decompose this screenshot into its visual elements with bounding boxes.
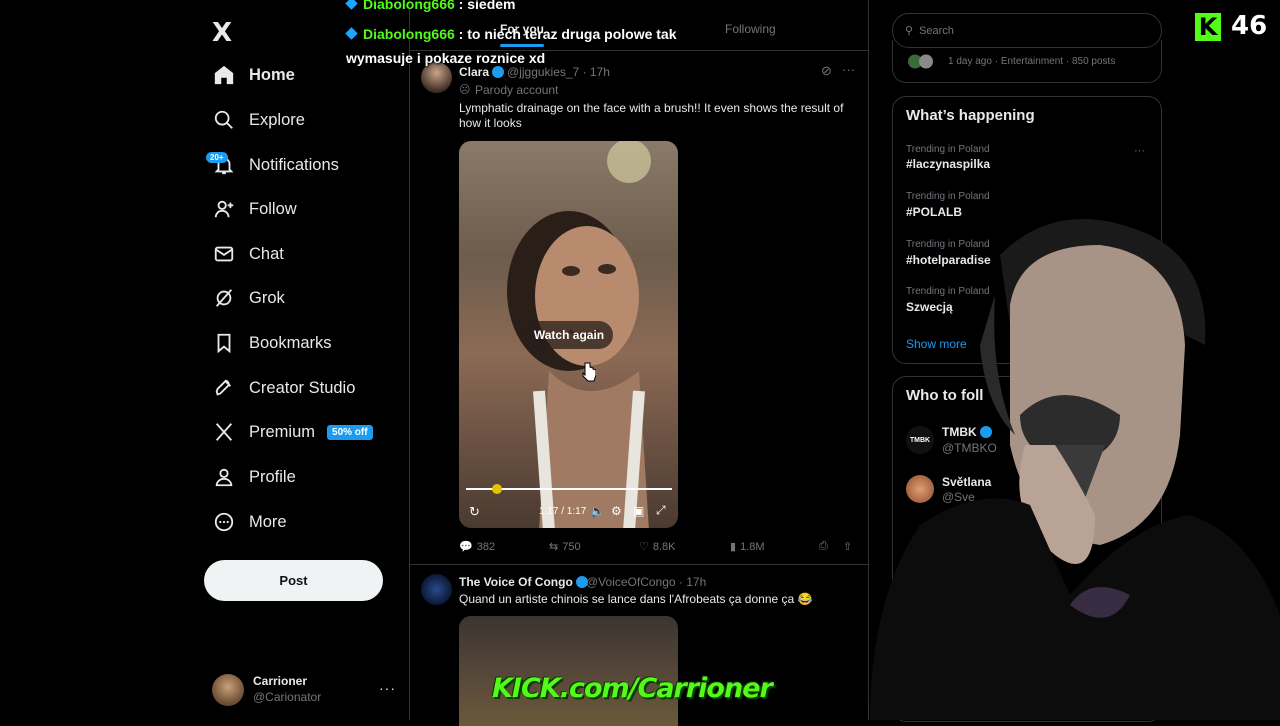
bar-chart-icon: ▮ [730, 541, 737, 553]
premium-promo-badge: 50% off [327, 424, 373, 440]
nav-home-label: Home [249, 65, 295, 84]
nav-creator-studio-label: Creator Studio [249, 378, 356, 397]
more-circle-icon [212, 510, 236, 534]
trend-item[interactable]: #laczynaspilka [906, 157, 990, 171]
nav-notifications[interactable]: Notifications [212, 145, 339, 185]
viewer-count: 46 [1231, 11, 1268, 41]
grok-icon[interactable]: ⊘ [821, 63, 832, 79]
chat-message: Diabolong666 : to niech teraz druga polo… [345, 26, 677, 66]
nav-explore[interactable]: Explore [212, 100, 305, 140]
tweet-author-name[interactable]: The Voice Of Congo [459, 575, 591, 589]
nav-grok[interactable]: Grok [212, 278, 285, 318]
reply-icon: 💬 [459, 541, 473, 553]
watch-again-button[interactable]: Watch again [525, 321, 613, 349]
bookmark-icon [212, 331, 236, 355]
nav-premium-label: Premium [249, 422, 316, 441]
kick-logo: K [1195, 13, 1221, 41]
mask-icon: ☹ [459, 84, 471, 96]
nav-bookmarks[interactable]: Bookmarks [212, 323, 332, 363]
person-icon [212, 465, 236, 489]
fullscreen-icon[interactable]: ⤢ [656, 503, 666, 518]
replay-icon[interactable]: ↻ [469, 504, 480, 520]
nav-grok-label: Grok [249, 288, 285, 307]
nav-explore-label: Explore [249, 110, 305, 129]
kick-badge-icon [345, 0, 358, 10]
video-progress-knob[interactable] [492, 484, 502, 494]
hand-cursor-icon [582, 362, 597, 387]
repost-button[interactable]: ⇆ 750 [549, 540, 581, 554]
nav-more[interactable]: More [212, 502, 287, 542]
streamer-webcam [770, 195, 1280, 720]
reply-button[interactable]: 💬 382 [459, 540, 495, 554]
repost-icon: ⇆ [549, 541, 559, 553]
picture-in-picture-icon[interactable]: ▣ [633, 504, 644, 518]
nav-follow-label: Follow [249, 199, 297, 218]
notifications-badge: 20+ [206, 152, 228, 163]
nav-chat-label: Chat [249, 244, 284, 263]
tab-following[interactable]: Following [725, 22, 776, 36]
search-placeholder: Search [919, 24, 954, 37]
tweet-author-handle[interactable]: @VoiceOfCongo · 17h [586, 575, 706, 589]
news-avatars [908, 54, 936, 69]
video-time: 1:17 / 1:17 [539, 506, 587, 517]
account-handle[interactable]: @Carionator [253, 690, 321, 704]
channel-watermark: KICK.com/Carrioner [492, 673, 773, 704]
column-divider [409, 0, 410, 720]
nav-premium[interactable]: Premium 50% off [212, 412, 373, 452]
nav-home[interactable]: Home [212, 55, 295, 95]
like-button[interactable]: ♡ 8.8K [639, 540, 676, 554]
nav-notifications-label: Notifications [249, 155, 339, 174]
tweet-text: Quand un artiste chinois se lance dans l… [459, 592, 813, 606]
trend-more-icon[interactable]: ··· [1134, 145, 1145, 157]
nav-creator-studio[interactable]: Creator Studio [212, 368, 355, 408]
nav-chat[interactable]: Chat [212, 234, 284, 274]
search-icon: ⚲ [905, 25, 914, 37]
mail-icon [212, 242, 236, 266]
tweet-text: Lymphatic drainage on the face with a br… [459, 101, 844, 130]
nav-profile[interactable]: Profile [212, 457, 296, 497]
x-logo[interactable]: X [212, 18, 232, 48]
chat-message: Diabolong666 : siedem [345, 0, 516, 12]
parody-label: Parody account [475, 83, 559, 97]
follow-icon [212, 197, 236, 221]
grok-icon [212, 286, 236, 310]
settings-icon[interactable]: ⚙ [611, 504, 622, 518]
kick-badge-icon [345, 27, 358, 40]
tweet-avatar[interactable] [421, 574, 452, 605]
x-icon [212, 420, 236, 444]
rocket-icon [212, 376, 236, 400]
search-icon [212, 108, 236, 132]
tweet-media[interactable] [459, 616, 678, 726]
views-button[interactable]: ▮ 1.8M [730, 540, 765, 554]
nav-more-label: More [249, 512, 287, 531]
heart-icon: ♡ [639, 541, 649, 553]
whats-happening-title: What’s happening [906, 107, 1035, 124]
search-input[interactable]: ⚲ Search [892, 13, 1162, 48]
home-icon [212, 63, 236, 87]
news-meta: 1 day ago · Entertainment · 850 posts [948, 56, 1116, 67]
account-more-button[interactable]: ··· [379, 680, 396, 696]
nav-profile-label: Profile [249, 467, 296, 486]
trend-context: Trending in Poland [906, 144, 990, 155]
nav-follow[interactable]: Follow [212, 189, 297, 229]
account-name[interactable]: Carrioner [253, 674, 307, 688]
volume-icon[interactable]: 🔈 [590, 504, 605, 518]
account-avatar[interactable] [212, 674, 244, 706]
nav-bookmarks-label: Bookmarks [249, 333, 332, 352]
tweet-more-icon[interactable]: ··· [842, 62, 855, 77]
post-button[interactable]: Post [204, 560, 383, 601]
